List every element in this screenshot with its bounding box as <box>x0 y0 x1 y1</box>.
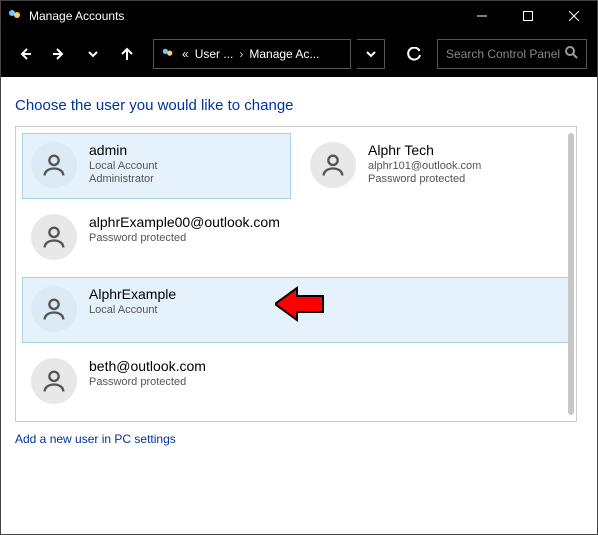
account-subtext: Local Account <box>89 304 176 318</box>
account-meta: alphrExample00@outlook.comPassword prote… <box>89 214 280 245</box>
titlebar: Manage Accounts <box>1 1 597 31</box>
account-subtext: alphr101@outlook.com <box>368 160 481 174</box>
window-title: Manage Accounts <box>29 9 124 23</box>
back-button[interactable] <box>11 40 39 68</box>
account-name: Alphr Tech <box>368 142 481 160</box>
refresh-button[interactable] <box>397 39 431 69</box>
account-meta: AlphrExampleLocal Account <box>89 286 176 317</box>
account-tile[interactable]: alphrExample00@outlook.comPassword prote… <box>22 205 570 271</box>
avatar <box>31 286 77 332</box>
account-subtext: Password protected <box>89 232 280 246</box>
close-button[interactable] <box>551 1 597 31</box>
account-subtext: Administrator <box>89 173 158 187</box>
avatar <box>31 142 77 188</box>
account-name: AlphrExample <box>89 286 176 304</box>
pointer-arrow-icon <box>275 284 325 327</box>
minimize-button[interactable] <box>459 1 505 31</box>
content-area: Choose the user you would like to change… <box>1 77 597 534</box>
account-tile[interactable]: AlphrExampleLocal Account <box>22 277 570 343</box>
breadcrumb-dropdown[interactable] <box>357 39 385 69</box>
account-tile[interactable]: Alphr Techalphr101@outlook.comPassword p… <box>301 133 570 199</box>
account-name: admin <box>89 142 158 160</box>
account-meta: adminLocal AccountAdministrator <box>89 142 158 187</box>
search-icon <box>565 46 578 62</box>
forward-button[interactable] <box>45 40 73 68</box>
search-placeholder: Search Control Panel <box>446 47 560 61</box>
breadcrumb[interactable]: « User ... › Manage Ac... <box>153 39 351 69</box>
account-subtext: Password protected <box>368 173 481 187</box>
recent-dropdown[interactable] <box>79 40 107 68</box>
breadcrumb-part2: Manage Ac... <box>249 47 319 61</box>
account-meta: Alphr Techalphr101@outlook.comPassword p… <box>368 142 481 187</box>
chevron-right-icon: › <box>239 47 243 61</box>
search-input[interactable]: Search Control Panel <box>437 39 587 69</box>
page-title: Choose the user you would like to change <box>15 97 577 114</box>
navbar: « User ... › Manage Ac... Search Control… <box>1 31 597 77</box>
breadcrumb-part1: User ... <box>195 47 234 61</box>
account-tile[interactable]: adminLocal AccountAdministrator <box>22 133 291 199</box>
up-button[interactable] <box>113 40 141 68</box>
account-name: alphrExample00@outlook.com <box>89 214 280 232</box>
users-icon <box>7 8 23 24</box>
users-icon <box>160 46 176 62</box>
maximize-button[interactable] <box>505 1 551 31</box>
add-user-link[interactable]: Add a new user in PC settings <box>15 432 176 446</box>
scrollbar[interactable] <box>568 133 574 415</box>
avatar <box>310 142 356 188</box>
avatar <box>31 358 77 404</box>
breadcrumb-prefix: « <box>182 47 189 61</box>
accounts-panel: adminLocal AccountAdministratorAlphr Tec… <box>15 126 577 422</box>
account-meta: beth@outlook.comPassword protected <box>89 358 206 389</box>
account-name: beth@outlook.com <box>89 358 206 376</box>
account-subtext: Local Account <box>89 160 158 174</box>
account-subtext: Password protected <box>89 376 206 390</box>
avatar <box>31 214 77 260</box>
account-tile[interactable]: beth@outlook.comPassword protected <box>22 349 570 415</box>
